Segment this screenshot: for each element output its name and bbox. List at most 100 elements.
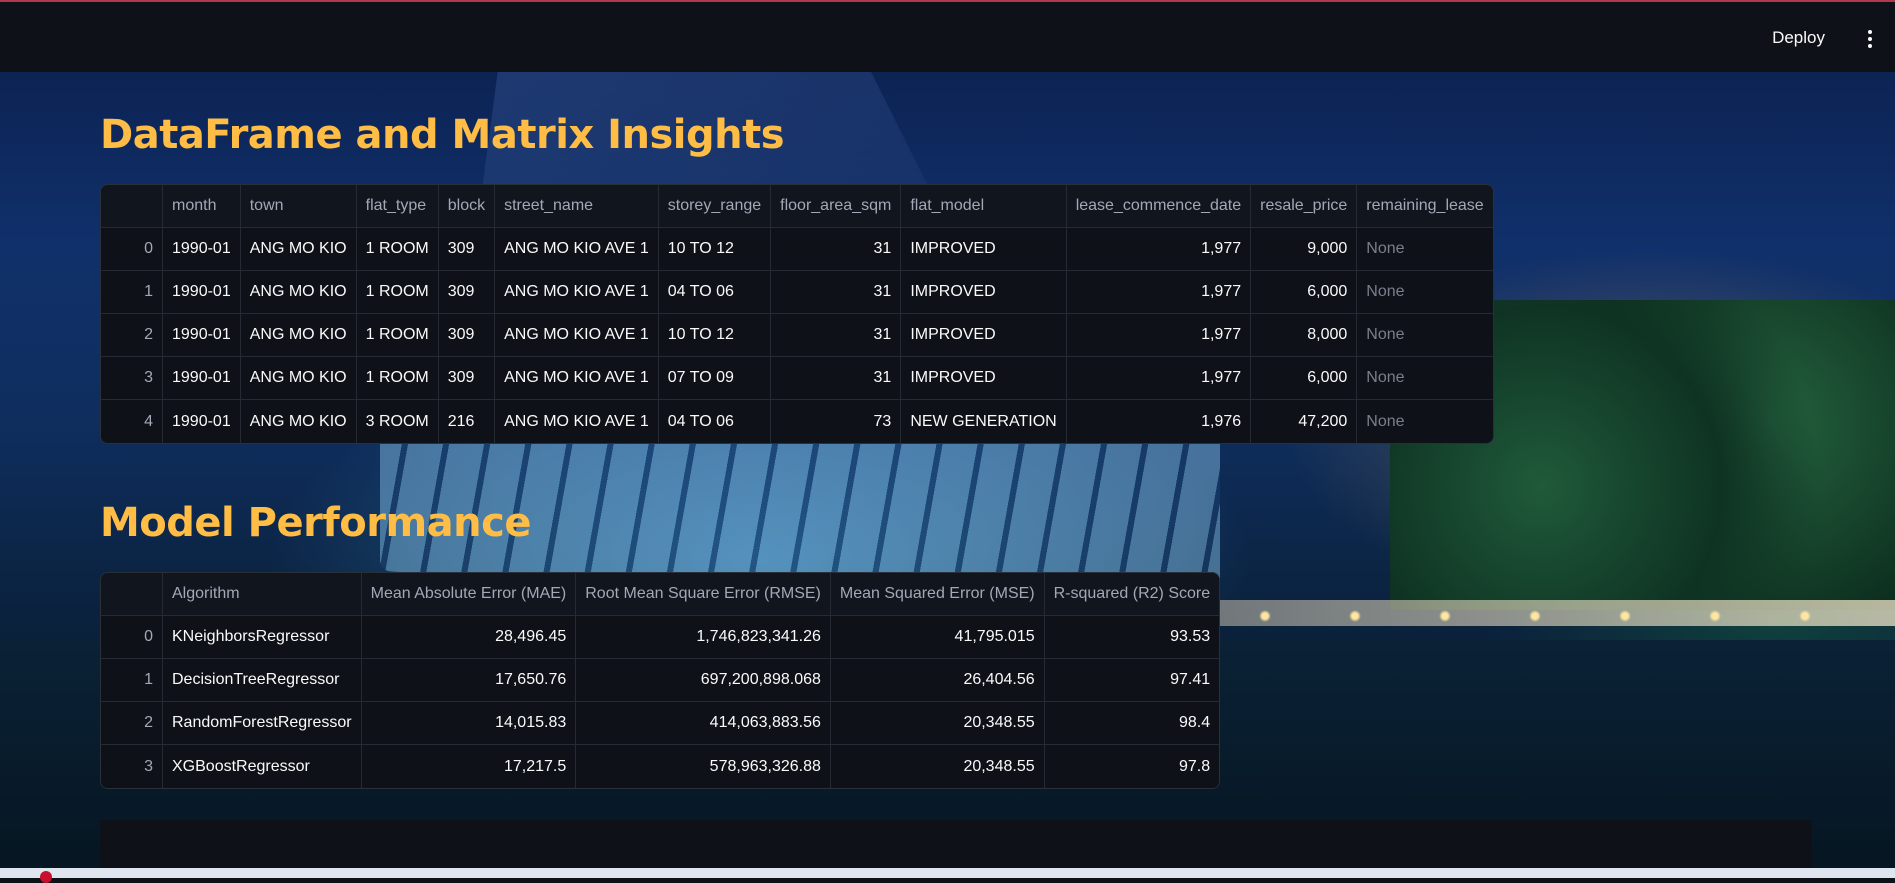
table-cell[interactable]: 8,000 bbox=[1251, 314, 1358, 357]
table-cell[interactable]: 28,496.45 bbox=[361, 616, 577, 659]
table-row[interactable]: 2 1990-01 ANG MO KIO 1 ROOM 309 ANG MO KIO AV… bbox=[101, 314, 1493, 357]
table-cell[interactable]: 20,348.55 bbox=[830, 745, 1045, 788]
table-cell[interactable]: 578,963,326.88 bbox=[576, 745, 831, 788]
table-cell[interactable]: RandomForestRegressor bbox=[163, 702, 362, 745]
table-cell[interactable]: 97.8 bbox=[1044, 745, 1220, 788]
table-cell[interactable]: 04 TO 06 bbox=[658, 400, 772, 443]
table-row[interactable]: 4 1990-01 ANG MO KIO 3 ROOM 216 ANG MO KIO AV… bbox=[101, 400, 1493, 443]
table-cell[interactable]: 20,348.55 bbox=[830, 702, 1045, 745]
table-cell[interactable]: 93.53 bbox=[1044, 616, 1220, 659]
row-index[interactable]: 4 bbox=[101, 400, 163, 443]
table-cell[interactable]: 414,063,883.56 bbox=[576, 702, 831, 745]
table-cell[interactable]: 26,404.56 bbox=[830, 659, 1045, 702]
column-header[interactable]: lease_commence_date bbox=[1066, 185, 1252, 228]
table-cell[interactable]: 14,015.83 bbox=[361, 702, 577, 745]
column-header[interactable]: town bbox=[240, 185, 357, 228]
table-cell[interactable]: 1,976 bbox=[1066, 400, 1252, 443]
table-cell[interactable]: 1,977 bbox=[1066, 314, 1252, 357]
table-cell[interactable]: None bbox=[1357, 400, 1493, 443]
table-cell[interactable]: 309 bbox=[438, 314, 496, 357]
column-header[interactable]: Algorithm bbox=[163, 573, 362, 616]
row-index[interactable]: 3 bbox=[101, 357, 163, 400]
index-header[interactable] bbox=[101, 573, 163, 616]
column-header[interactable]: Mean Absolute Error (MAE) bbox=[361, 573, 577, 616]
table-cell[interactable]: 1 ROOM bbox=[356, 314, 439, 357]
table-cell[interactable]: 1990-01 bbox=[163, 228, 241, 271]
table-cell[interactable]: 1,746,823,341.26 bbox=[576, 616, 831, 659]
column-header[interactable]: month bbox=[163, 185, 241, 228]
table-cell[interactable]: None bbox=[1357, 228, 1493, 271]
table-cell[interactable]: 97.41 bbox=[1044, 659, 1220, 702]
table-row[interactable]: 0 1990-01 ANG MO KIO 1 ROOM 309 ANG MO KIO AV… bbox=[101, 228, 1493, 271]
table-cell[interactable]: ANG MO KIO bbox=[240, 314, 357, 357]
table-cell[interactable]: 3 ROOM bbox=[356, 400, 439, 443]
column-header[interactable]: flat_type bbox=[356, 185, 439, 228]
row-index[interactable]: 2 bbox=[101, 314, 163, 357]
table-cell[interactable]: ANG MO KIO AVE 1 bbox=[495, 400, 659, 443]
table-row[interactable]: 1 DecisionTreeRegressor 17,650.76 697,200,8… bbox=[101, 659, 1220, 702]
table-cell[interactable]: 309 bbox=[438, 228, 496, 271]
column-header[interactable]: remaining_lease bbox=[1357, 185, 1493, 228]
table-cell[interactable]: 31 bbox=[771, 228, 902, 271]
row-index[interactable]: 0 bbox=[101, 616, 163, 659]
row-index[interactable]: 1 bbox=[101, 659, 163, 702]
table-cell[interactable]: IMPROVED bbox=[901, 314, 1067, 357]
table-cell[interactable]: 41,795.015 bbox=[830, 616, 1045, 659]
row-index[interactable]: 0 bbox=[101, 228, 163, 271]
column-header[interactable]: street_name bbox=[495, 185, 659, 228]
table-cell[interactable]: ANG MO KIO AVE 1 bbox=[495, 228, 659, 271]
table-cell[interactable]: None bbox=[1357, 357, 1493, 400]
table-cell[interactable]: 1990-01 bbox=[163, 357, 241, 400]
table-row[interactable]: 0 KNeighborsRegressor 28,496.45 1,746,823,3… bbox=[101, 616, 1220, 659]
table-row[interactable]: 1 1990-01 ANG MO KIO 1 ROOM 309 ANG MO KIO AV… bbox=[101, 271, 1493, 314]
table-cell[interactable]: ANG MO KIO bbox=[240, 271, 357, 314]
table-cell[interactable]: IMPROVED bbox=[901, 357, 1067, 400]
table-row[interactable]: 3 1990-01 ANG MO KIO 1 ROOM 309 ANG MO KIO AV… bbox=[101, 357, 1493, 400]
table-cell[interactable]: 9,000 bbox=[1251, 228, 1358, 271]
row-index[interactable]: 3 bbox=[101, 745, 163, 788]
table-cell[interactable]: 1990-01 bbox=[163, 400, 241, 443]
row-index[interactable]: 2 bbox=[101, 702, 163, 745]
table-cell[interactable]: 73 bbox=[771, 400, 902, 443]
table-cell[interactable]: 1 ROOM bbox=[356, 228, 439, 271]
table-cell[interactable]: 697,200,898.068 bbox=[576, 659, 831, 702]
table-cell[interactable]: ANG MO KIO bbox=[240, 228, 357, 271]
table-cell[interactable]: 6,000 bbox=[1251, 271, 1358, 314]
table-cell[interactable]: 47,200 bbox=[1251, 400, 1358, 443]
table-cell[interactable]: 31 bbox=[771, 271, 902, 314]
column-header[interactable]: Root Mean Square Error (RMSE) bbox=[576, 573, 831, 616]
table-cell[interactable]: 1 ROOM bbox=[356, 357, 439, 400]
table-cell[interactable]: ANG MO KIO bbox=[240, 357, 357, 400]
table-cell[interactable]: 1,977 bbox=[1066, 228, 1252, 271]
table-cell[interactable]: 10 TO 12 bbox=[658, 314, 772, 357]
table-cell[interactable]: XGBoostRegressor bbox=[163, 745, 362, 788]
column-header[interactable]: R-squared (R2) Score bbox=[1044, 573, 1220, 616]
table-cell[interactable]: 17,650.76 bbox=[361, 659, 577, 702]
table-cell[interactable]: KNeighborsRegressor bbox=[163, 616, 362, 659]
table-cell[interactable]: 1990-01 bbox=[163, 271, 241, 314]
table-cell[interactable]: DecisionTreeRegressor bbox=[163, 659, 362, 702]
table-cell[interactable]: 31 bbox=[771, 357, 902, 400]
table-cell[interactable]: IMPROVED bbox=[901, 228, 1067, 271]
table-row[interactable]: 2 RandomForestRegressor 14,015.83 414,063,8… bbox=[101, 702, 1220, 745]
table-cell[interactable]: 07 TO 09 bbox=[658, 357, 772, 400]
table-cell[interactable]: 1,977 bbox=[1066, 271, 1252, 314]
dataframe-table[interactable]: month town flat_type block street_name storey… bbox=[100, 184, 1494, 444]
table-cell[interactable]: 1990-01 bbox=[163, 314, 241, 357]
table-cell[interactable]: 1 ROOM bbox=[356, 271, 439, 314]
table-cell[interactable]: None bbox=[1357, 271, 1493, 314]
column-header[interactable]: storey_range bbox=[658, 185, 772, 228]
deploy-button[interactable]: Deploy bbox=[1772, 28, 1825, 48]
table-cell[interactable]: IMPROVED bbox=[901, 271, 1067, 314]
column-header[interactable]: resale_price bbox=[1251, 185, 1358, 228]
table-cell[interactable]: ANG MO KIO bbox=[240, 400, 357, 443]
table-cell[interactable]: ANG MO KIO AVE 1 bbox=[495, 271, 659, 314]
table-cell[interactable]: ANG MO KIO AVE 1 bbox=[495, 357, 659, 400]
table-cell[interactable]: 10 TO 12 bbox=[658, 228, 772, 271]
column-header[interactable]: flat_model bbox=[901, 185, 1067, 228]
table-cell[interactable]: 98.4 bbox=[1044, 702, 1220, 745]
table-cell[interactable]: 309 bbox=[438, 271, 496, 314]
index-header[interactable] bbox=[101, 185, 163, 228]
table-cell[interactable]: 6,000 bbox=[1251, 357, 1358, 400]
table-cell[interactable]: 1,977 bbox=[1066, 357, 1252, 400]
